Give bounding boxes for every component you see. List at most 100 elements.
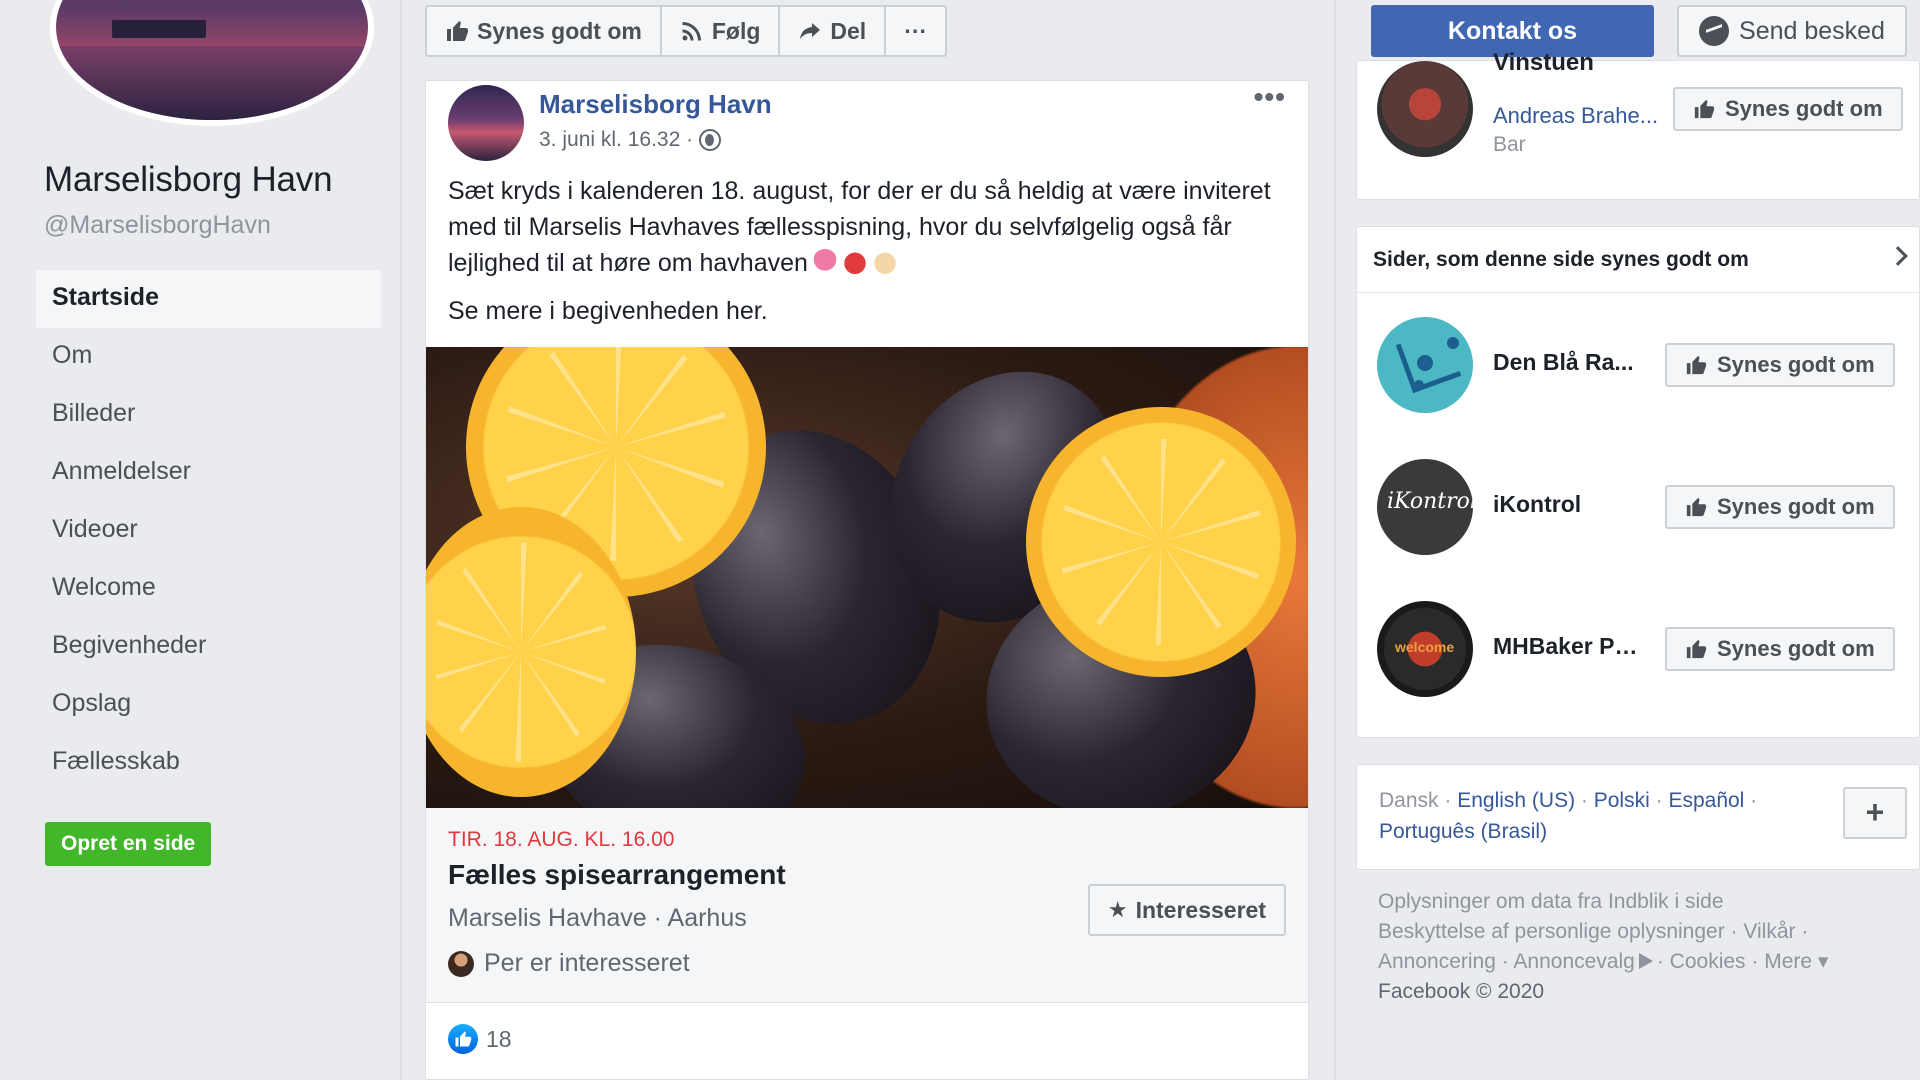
- liked-page-name[interactable]: MHBaker Ph...: [1493, 633, 1643, 660]
- mhbaker-avatar[interactable]: welcome: [1377, 601, 1473, 697]
- nav-item-welcome[interactable]: Welcome: [36, 560, 381, 618]
- related-page-category: Bar: [1493, 133, 1526, 156]
- related-page-name[interactable]: Vinstuen: [1493, 49, 1594, 77]
- page-name[interactable]: Marselisborg Havn: [44, 160, 333, 200]
- language-list: Dansk · English (US) · Polski · Español …: [1379, 785, 1799, 847]
- like-mhbaker-button[interactable]: Synes godt om: [1665, 627, 1895, 671]
- left-column: Marselisborg Havn @MarselisborgHavn Star…: [0, 0, 400, 1080]
- nav-item-videoer[interactable]: Videoer: [36, 502, 381, 560]
- share-button[interactable]: Del: [780, 7, 887, 55]
- thumbs-up-icon: [1686, 639, 1707, 659]
- adchoices-icon: [1638, 953, 1653, 969]
- language-polski[interactable]: Polski: [1594, 789, 1650, 812]
- like-den-blaa-button[interactable]: Synes godt om: [1665, 343, 1895, 387]
- star-icon: ★: [1107, 897, 1128, 922]
- share-label: Del: [830, 17, 867, 44]
- vinstuen-avatar[interactable]: [1377, 61, 1473, 157]
- column-divider: [1334, 0, 1336, 1080]
- nav-item-anmeldelser[interactable]: Anmeldelser: [36, 444, 381, 502]
- page-action-bar: Synes godt om Følg Del ···: [425, 5, 948, 57]
- language-espanol[interactable]: Español: [1668, 789, 1744, 812]
- event-info[interactable]: TIR. 18. AUG. KL. 16.00 Fælles spisearra…: [426, 808, 1308, 1003]
- page-profile-picture[interactable]: [50, 0, 374, 126]
- nav-item-startside[interactable]: Startside: [36, 270, 381, 328]
- shell-emoji-icon: [871, 249, 898, 275]
- related-page-card: Vinstuen Andreas Brahe... Bar Synes godt…: [1356, 49, 1920, 200]
- separator: ·: [1575, 789, 1594, 812]
- interested-button[interactable]: ★ Interesseret: [1087, 884, 1286, 936]
- share-arrow-icon: [800, 23, 821, 39]
- like-ikontrol-button[interactable]: Synes godt om: [1665, 485, 1895, 529]
- event-photo[interactable]: [426, 347, 1308, 808]
- footer-privacy-terms[interactable]: Beskyttelse af personlige oplysninger · …: [1378, 917, 1878, 947]
- page-handle[interactable]: @MarselisborgHavn: [44, 211, 271, 240]
- create-page-button[interactable]: Opret en side: [45, 822, 212, 866]
- separator: ·: [1649, 789, 1669, 812]
- footer-insights-link[interactable]: Oplysninger om data fra Indblik i side: [1378, 887, 1878, 917]
- more-dots-icon: ···: [904, 17, 928, 44]
- like-label: Synes godt om: [1725, 96, 1883, 121]
- post-card: Marselisborg Havn 3. juni kl. 16.32 · ••…: [425, 80, 1309, 1080]
- post-date-text[interactable]: 3. juni kl. 16.32 ·: [539, 128, 693, 152]
- ikontrol-avatar[interactable]: iKontrol: [1377, 459, 1473, 555]
- like-page-button[interactable]: Synes godt om: [427, 7, 662, 55]
- separator: ·: [1744, 789, 1758, 812]
- side-nav: Startside Om Billeder Anmeldelser Videoe…: [36, 270, 381, 792]
- post-reactions[interactable]: 18: [448, 1024, 512, 1054]
- like-reaction-icon: [448, 1024, 478, 1054]
- nav-item-billeder[interactable]: Billeder: [36, 386, 381, 444]
- follow-button[interactable]: Følg: [662, 7, 781, 55]
- language-card: Dansk · English (US) · Polski · Español …: [1356, 764, 1920, 870]
- nav-item-begivenheder[interactable]: Begivenheder: [36, 618, 381, 676]
- add-language-button[interactable]: +: [1843, 787, 1907, 839]
- like-label: Synes godt om: [1717, 494, 1875, 519]
- like-related-page-button[interactable]: Synes godt om: [1673, 87, 1903, 131]
- post-author[interactable]: Marselisborg Havn: [539, 89, 772, 120]
- den-blaa-avatar[interactable]: [1377, 317, 1473, 413]
- liked-page-name[interactable]: Den Blå Ra...: [1493, 349, 1643, 376]
- post-see-more-text: Se mere i begivenheden her.: [448, 297, 768, 325]
- liked-page-item: iKontrol iKontrol Synes godt om: [1357, 459, 1919, 559]
- nav-item-opslag[interactable]: Opslag: [36, 676, 381, 734]
- liked-page-name[interactable]: iKontrol: [1493, 491, 1643, 518]
- event-location: Marselis Havhave · Aarhus: [448, 904, 747, 932]
- rss-follow-icon: [682, 22, 701, 41]
- like-label: Synes godt om: [1717, 636, 1875, 661]
- messenger-icon: [1699, 16, 1730, 46]
- separator: ·: [1438, 789, 1458, 812]
- event-date: TIR. 18. AUG. KL. 16.00: [448, 828, 675, 851]
- language-english[interactable]: English (US): [1457, 789, 1575, 812]
- octopus-emoji-icon: [811, 249, 838, 275]
- post-timestamp: 3. juni kl. 16.32 ·: [539, 128, 722, 152]
- post-options-button[interactable]: •••: [1254, 81, 1286, 113]
- thumbs-up-icon: [1694, 99, 1715, 119]
- footer-cookies-more[interactable]: · Cookies · Mere ▾: [1657, 950, 1829, 973]
- event-interested-friends: Per er interesseret: [448, 949, 690, 978]
- nav-item-om[interactable]: Om: [36, 328, 381, 386]
- chevron-right-icon[interactable]: [1888, 246, 1908, 266]
- mhbaker-logo-text: welcome: [1395, 639, 1455, 655]
- ikontrol-logo-text: iKontrol: [1387, 489, 1473, 514]
- column-divider: [400, 0, 402, 1080]
- footer-ads-link[interactable]: Annoncering · Annoncevalg: [1378, 950, 1635, 973]
- language-portugues[interactable]: Português (Brasil): [1379, 820, 1547, 843]
- related-page-location[interactable]: Andreas Brahe...: [1493, 103, 1658, 129]
- language-current: Dansk: [1379, 789, 1439, 812]
- liked-pages-card: Sider, som denne side synes godt om Den …: [1356, 226, 1920, 738]
- post-body: Sæt kryds i kalenderen 18. august, for d…: [448, 173, 1288, 329]
- more-actions-button[interactable]: ···: [886, 7, 945, 55]
- send-message-button[interactable]: Send besked: [1677, 5, 1907, 57]
- liked-pages-title: Sider, som denne side synes godt om: [1373, 248, 1749, 271]
- send-message-label: Send besked: [1739, 16, 1885, 45]
- post-author-avatar[interactable]: [448, 85, 524, 161]
- like-page-label: Synes godt om: [477, 17, 642, 44]
- liked-pages-header[interactable]: Sider, som denne side synes godt om: [1357, 227, 1919, 293]
- footer-ads-row: Annoncering · Annoncevalg · Cookies · Mer…: [1378, 947, 1878, 977]
- thumbs-up-icon: [447, 21, 468, 41]
- facebook-page: Marselisborg Havn @MarselisborgHavn Star…: [0, 0, 1920, 1080]
- like-label: Synes godt om: [1717, 352, 1875, 377]
- thumbs-up-icon: [1686, 497, 1707, 517]
- nav-item-faellesskab[interactable]: Fællesskab: [36, 734, 381, 792]
- interested-text: Per er interesseret: [484, 949, 690, 977]
- event-title[interactable]: Fælles spisearrangement: [448, 859, 786, 891]
